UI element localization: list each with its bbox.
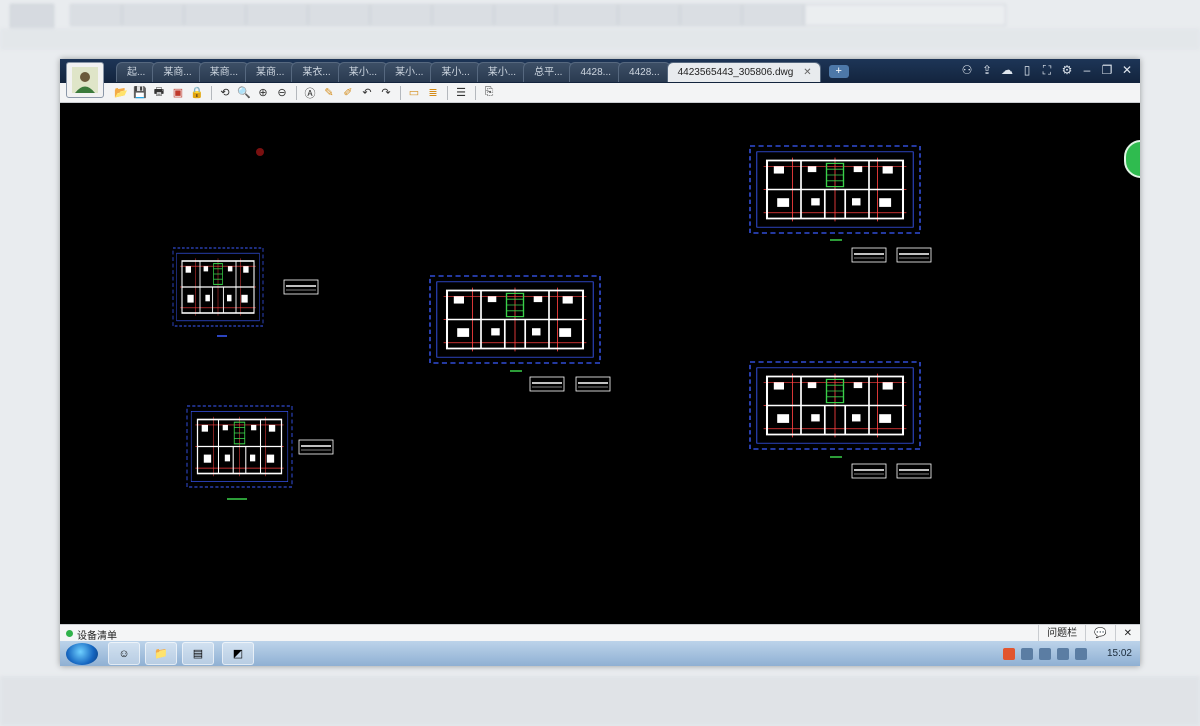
- marker-icon[interactable]: ✐: [339, 85, 357, 101]
- tab[interactable]: 某小...: [476, 62, 528, 82]
- tab-active[interactable]: 4423565443_305806.dwg ✕: [666, 62, 821, 82]
- help-icon[interactable]: [1020, 647, 1033, 660]
- floor-plan: [186, 405, 293, 488]
- plan-label: [896, 247, 932, 263]
- toolbar: 📂 💾 🖶 ▣ 🔒 ⟲ 🔍 ⊕ ⊖ Ⓐ ✎ ✐ ↶ ↷ ▭ ≣ ☰ ⎘: [60, 83, 1140, 103]
- measure-area-icon[interactable]: ≣: [424, 85, 442, 101]
- tab[interactable]: 某小...: [337, 62, 389, 82]
- taskbar-app-folder[interactable]: 📁: [145, 642, 177, 665]
- taskbar-app-avatar[interactable]: ☺: [108, 642, 140, 665]
- pencil-icon[interactable]: ✎: [320, 85, 338, 101]
- tab[interactable]: 总平...: [523, 62, 574, 82]
- tab-active-label: 4423565443_305806.dwg: [677, 67, 794, 78]
- chat-icon[interactable]: 💬: [1085, 625, 1114, 642]
- plan-label: [298, 439, 334, 455]
- close-icon[interactable]: ✕: [1120, 61, 1134, 79]
- status-bar: 设备清单 问题栏 💬 ✕: [60, 624, 1140, 642]
- drawing-canvas[interactable]: [60, 104, 1140, 624]
- close-tab-icon[interactable]: ✕: [803, 67, 811, 78]
- restore-icon[interactable]: ❐: [1100, 61, 1114, 79]
- toolbar-separator: [296, 85, 297, 100]
- user-icon: [72, 67, 98, 93]
- minimize-icon[interactable]: –: [1080, 61, 1094, 79]
- add-tab-button[interactable]: +: [828, 65, 849, 78]
- plan-label: [851, 463, 887, 479]
- tab[interactable]: 某小...: [384, 62, 435, 82]
- tab[interactable]: 某小...: [430, 62, 481, 82]
- cad-drawing: [172, 144, 932, 500]
- phone-icon[interactable]: ▯: [1020, 61, 1034, 79]
- input-method-icon[interactable]: [1002, 647, 1015, 660]
- tab[interactable]: 起...: [116, 62, 157, 82]
- floor-plan: [748, 144, 922, 235]
- plan-label: [575, 376, 611, 392]
- volume-icon[interactable]: [1074, 647, 1087, 660]
- network-icon[interactable]: [1038, 647, 1051, 660]
- start-button[interactable]: [66, 642, 98, 665]
- pdf-icon[interactable]: ▣: [169, 85, 187, 101]
- share-icon[interactable]: ⇪: [980, 61, 994, 79]
- issues-panel-button[interactable]: 问题栏: [1038, 625, 1085, 642]
- floor-plan: [428, 274, 602, 365]
- taskbar-clock[interactable]: 15:02: [1107, 648, 1132, 659]
- tab[interactable]: 4428...: [618, 62, 671, 82]
- equipment-list-label[interactable]: 设备清单: [77, 627, 117, 642]
- zoom-out-icon[interactable]: ⊖: [273, 85, 291, 101]
- print-icon[interactable]: 🖶: [150, 85, 168, 101]
- user-avatar[interactable]: [66, 62, 104, 98]
- toolbar-separator: [447, 85, 448, 100]
- window-controls: ⚇ ⇪ ☁ ▯ ⛶ ⚙ – ❐ ✕: [960, 61, 1134, 79]
- zoom-window-icon[interactable]: 🔍: [235, 85, 253, 101]
- settings-icon[interactable]: ⚙: [1060, 61, 1074, 79]
- status-close-icon[interactable]: ✕: [1114, 625, 1140, 642]
- plan-label: [896, 463, 932, 479]
- toolbar-separator: [475, 85, 476, 100]
- rotate-icon[interactable]: ⟲: [216, 85, 234, 101]
- lock-icon[interactable]: 🔒: [188, 85, 206, 101]
- plan-label: [529, 376, 565, 392]
- cloud-icon[interactable]: ☁: [1000, 61, 1014, 79]
- redo-icon[interactable]: ↷: [377, 85, 395, 101]
- status-dot-icon: [66, 630, 73, 637]
- signal-icon[interactable]: [1056, 647, 1069, 660]
- title-bar: 起... 某商... 某商... 某商... 某衣... 某小... 某小...…: [60, 59, 1140, 98]
- tab[interactable]: 某商...: [245, 62, 296, 82]
- layers-icon[interactable]: ☰: [452, 85, 470, 101]
- tab-strip: 起... 某商... 某商... 某商... 某衣... 某小... 某小...…: [116, 62, 849, 83]
- system-tray: 15:02: [1002, 641, 1132, 666]
- floor-plan: [748, 360, 922, 451]
- zoom-in-icon[interactable]: ⊕: [254, 85, 272, 101]
- undo-icon[interactable]: ↶: [358, 85, 376, 101]
- save-icon[interactable]: 💾: [131, 85, 149, 101]
- toolbar-separator: [400, 85, 401, 100]
- taskbar-app-cad[interactable]: ◩: [222, 642, 254, 665]
- open-icon[interactable]: 📂: [112, 85, 130, 101]
- fullscreen-icon[interactable]: ⛶: [1040, 61, 1054, 79]
- floor-plan: [172, 247, 264, 327]
- plan-label: [851, 247, 887, 263]
- text-icon[interactable]: Ⓐ: [301, 85, 319, 101]
- windows-taskbar: ☺ 📁 ▤ ◩ 15:02: [60, 641, 1140, 666]
- tab[interactable]: 某商...: [152, 62, 203, 82]
- measure-icon[interactable]: ▭: [405, 85, 423, 101]
- users-icon[interactable]: ⚇: [960, 61, 974, 79]
- export-icon[interactable]: ⎘: [480, 85, 498, 101]
- taskbar-app-books[interactable]: ▤: [182, 642, 214, 665]
- tab[interactable]: 某衣...: [291, 62, 342, 82]
- plan-label: [283, 279, 319, 295]
- tab[interactable]: 某商...: [198, 62, 250, 82]
- cad-viewer-window: 起... 某商... 某商... 某商... 某衣... 某小... 某小...…: [60, 59, 1140, 666]
- toolbar-separator: [211, 85, 212, 100]
- tab[interactable]: 4428...: [569, 62, 623, 82]
